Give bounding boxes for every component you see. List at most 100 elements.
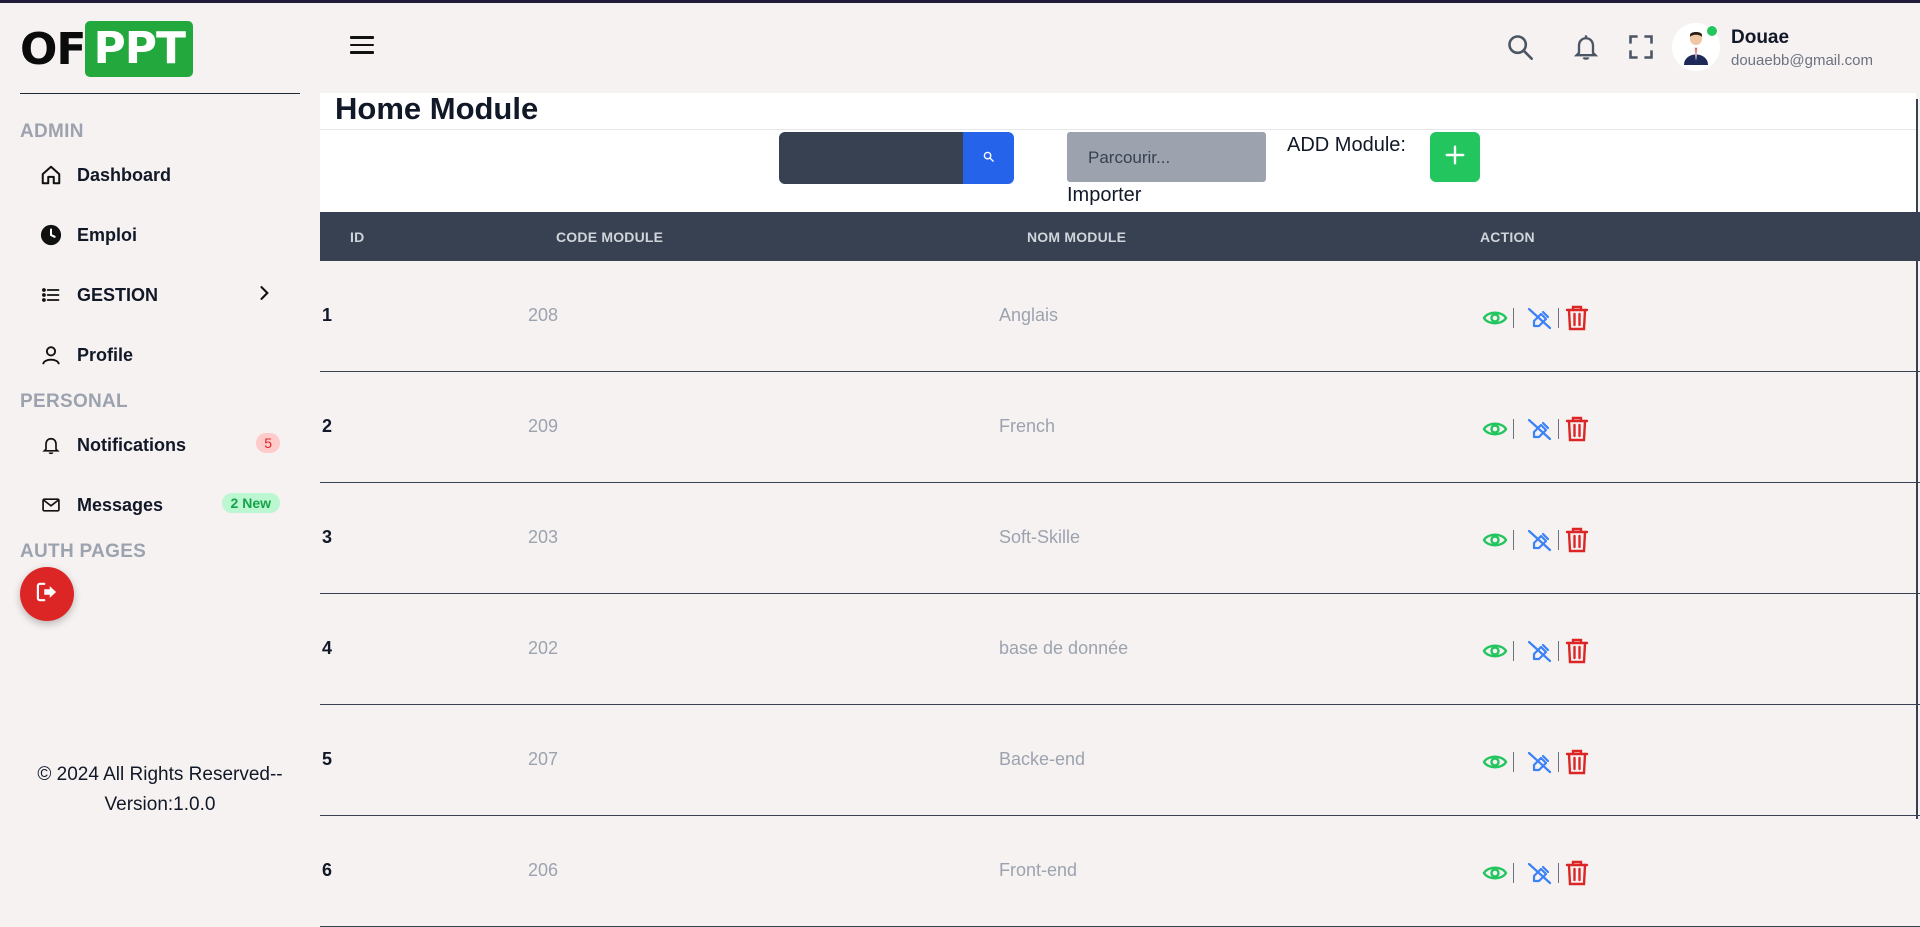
sidebar-item-dashboard[interactable]: Dashboard <box>40 160 280 190</box>
cell-nom: Anglais <box>999 305 1059 325</box>
eye-icon[interactable] <box>1481 526 1509 554</box>
eye-icon[interactable] <box>1481 859 1509 887</box>
action-separator <box>1558 419 1559 439</box>
action-separator <box>1513 530 1514 550</box>
trash-icon[interactable] <box>1563 637 1591 665</box>
edit-icon[interactable] <box>1526 415 1554 443</box>
logout-button[interactable] <box>20 567 74 621</box>
column-header-nom: NOM MODULE <box>1027 229 1127 245</box>
eye-icon[interactable] <box>1481 637 1509 665</box>
cell-id: 1 <box>322 305 333 325</box>
action-separator <box>1513 419 1514 439</box>
row-actions <box>1481 525 1591 555</box>
page-title: Home Module <box>335 91 539 126</box>
section-title-auth: AUTH PAGES <box>20 541 147 562</box>
cell-code: 202 <box>528 638 559 658</box>
table-row: 1 208 Anglais <box>320 261 1920 372</box>
user-icon <box>40 344 62 366</box>
sidebar-item-profile[interactable]: Profile <box>40 340 280 370</box>
trash-icon[interactable] <box>1563 304 1591 332</box>
action-separator <box>1558 641 1559 661</box>
app-logo[interactable]: OF PPT <box>20 21 193 77</box>
sidebar-item-label: Notifications <box>77 434 187 455</box>
sidebar-item-label: Emploi <box>77 224 138 245</box>
column-header-code: CODE MODULE <box>556 229 664 245</box>
sidebar-footer: © 2024 All Rights Reserved-- Version:1.0… <box>10 760 310 820</box>
bell-icon <box>40 434 62 456</box>
table-row: 2 209 French <box>320 372 1920 483</box>
action-separator <box>1513 863 1514 883</box>
sidebar-item-emploi[interactable]: Emploi <box>40 220 280 250</box>
trash-icon[interactable] <box>1563 415 1591 443</box>
sidebar-item-messages[interactable]: Messages 2 New <box>40 490 280 520</box>
edit-icon[interactable] <box>1526 304 1554 332</box>
cell-id: 4 <box>322 638 333 658</box>
list-icon <box>40 284 62 306</box>
plus-icon <box>1444 144 1466 171</box>
action-separator <box>1558 863 1559 883</box>
logo-highlight: PPT <box>85 21 193 77</box>
eye-icon[interactable] <box>1481 304 1509 332</box>
file-input[interactable]: Parcourir... <box>1067 132 1266 182</box>
search-input[interactable] <box>779 132 963 184</box>
edit-icon[interactable] <box>1526 859 1554 887</box>
sidebar-item-label: GESTION <box>77 284 159 305</box>
chevron-right-icon <box>254 283 274 308</box>
table-row: 6 206 Front-end <box>320 816 1920 927</box>
search-icon[interactable] <box>1506 33 1534 61</box>
sidebar-item-label: Dashboard <box>77 164 172 185</box>
logo-divider <box>20 93 300 94</box>
search-button[interactable] <box>963 132 1014 184</box>
hamburger-icon[interactable] <box>350 36 374 56</box>
edit-icon[interactable] <box>1526 748 1554 776</box>
messages-new-badge: 2 New <box>221 493 280 513</box>
table-row: 5 207 Backe-end <box>320 705 1920 816</box>
user-name: Douae <box>1731 27 1790 48</box>
row-actions <box>1481 747 1591 777</box>
fullscreen-icon[interactable] <box>1627 33 1655 61</box>
edit-icon[interactable] <box>1526 526 1554 554</box>
trash-icon[interactable] <box>1563 859 1591 887</box>
bell-icon[interactable] <box>1572 33 1600 61</box>
clock-icon <box>40 224 62 246</box>
column-header-action: ACTION <box>1480 229 1535 245</box>
cell-nom: Backe-end <box>999 749 1086 769</box>
sidebar-item-label: Messages <box>77 494 164 515</box>
cell-id: 5 <box>322 749 333 769</box>
sidebar-item-notifications[interactable]: Notifications 5 <box>40 430 280 460</box>
eye-icon[interactable] <box>1481 748 1509 776</box>
cell-id: 6 <box>322 860 333 880</box>
column-header-id: ID <box>350 229 365 245</box>
home-icon <box>40 164 62 186</box>
cell-nom: French <box>999 416 1056 436</box>
section-title-admin: ADMIN <box>20 121 84 142</box>
cell-code: 206 <box>528 860 559 880</box>
action-separator <box>1513 308 1514 328</box>
action-separator <box>1558 752 1559 772</box>
row-actions <box>1481 414 1591 444</box>
action-separator <box>1558 308 1559 328</box>
notifications-count-badge: 5 <box>256 433 280 453</box>
cell-nom: Front-end <box>999 860 1078 880</box>
cell-nom: base de donnée <box>999 638 1129 658</box>
copyright-text: © 2024 All Rights Reserved-- <box>37 764 283 785</box>
section-title-personal: PERSONAL <box>20 391 128 412</box>
table-row: 3 203 Soft-Skille <box>320 483 1920 594</box>
row-actions <box>1481 303 1591 333</box>
row-actions <box>1481 636 1591 666</box>
cell-code: 203 <box>528 527 559 547</box>
cell-code: 209 <box>528 416 559 436</box>
eye-icon[interactable] <box>1481 415 1509 443</box>
cell-nom: Soft-Skille <box>999 527 1081 547</box>
import-button[interactable]: Importer <box>1067 184 1141 207</box>
edit-icon[interactable] <box>1526 637 1554 665</box>
sidebar-item-gestion[interactable]: GESTION <box>40 280 280 310</box>
avatar[interactable] <box>1672 23 1720 71</box>
cell-id: 2 <box>322 416 333 436</box>
version-text: Version:1.0.0 <box>104 794 216 815</box>
row-actions <box>1481 858 1591 888</box>
table-header: ID CODE MODULE NOM MODULE ACTION <box>320 212 1920 261</box>
trash-icon[interactable] <box>1563 748 1591 776</box>
add-module-button[interactable] <box>1430 132 1480 182</box>
trash-icon[interactable] <box>1563 526 1591 554</box>
